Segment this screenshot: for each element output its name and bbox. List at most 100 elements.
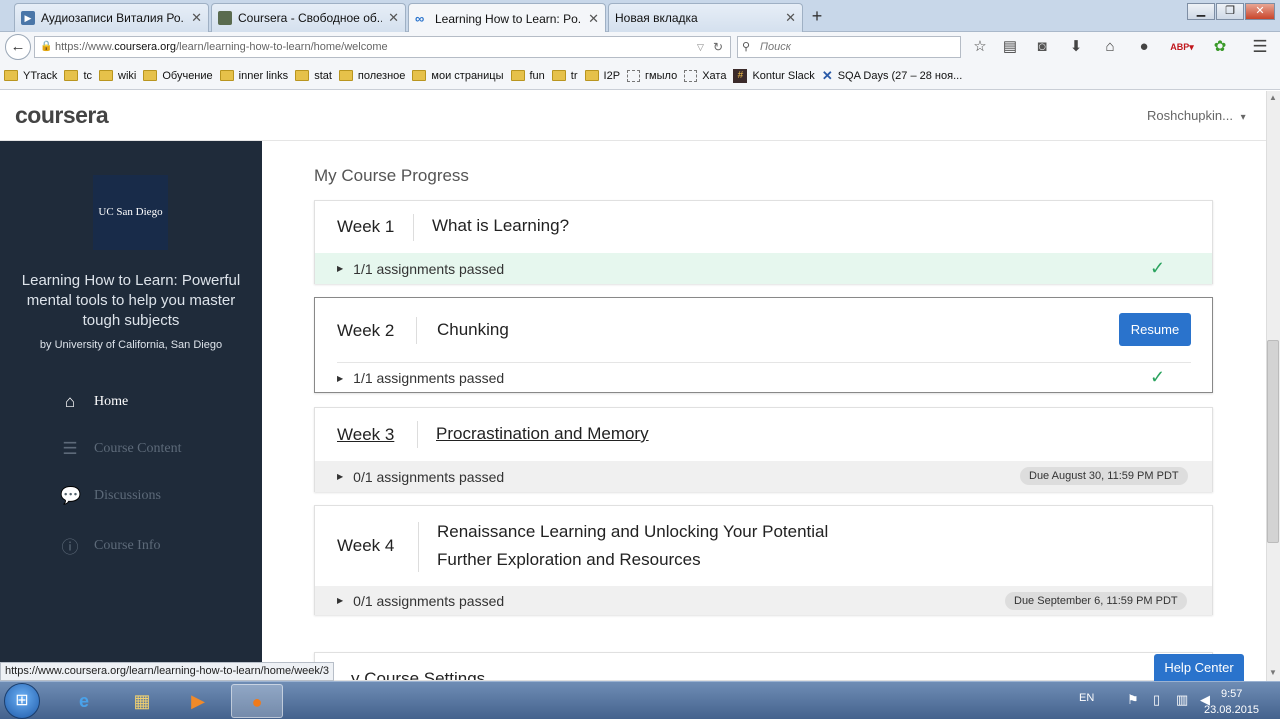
divider bbox=[417, 421, 418, 448]
address-bar[interactable]: 🔒 https://www.coursera.org/learn/learnin… bbox=[34, 36, 731, 58]
adblock-icon[interactable]: ABP▾ bbox=[1168, 37, 1196, 57]
chat-icon: 💬 bbox=[60, 486, 82, 505]
close-icon[interactable]: ✕ bbox=[191, 10, 202, 26]
window-close-button[interactable]: ✕ bbox=[1245, 3, 1275, 20]
scroll-up-icon[interactable]: ▲ bbox=[1267, 93, 1279, 102]
user-menu[interactable]: Roshchupkin... ▾ bbox=[1147, 108, 1246, 123]
tab-vk[interactable]: ▶ Аудиозаписи Виталия Ро... ✕ bbox=[14, 3, 209, 32]
week-title[interactable]: Renaissance Learning and Unlocking Your … bbox=[437, 518, 828, 546]
bookmark-wiki[interactable]: wiki bbox=[99, 70, 136, 82]
bookmark-i2p[interactable]: I2P bbox=[584, 70, 620, 82]
tab-label: Аудиозаписи Виталия Ро... bbox=[41, 11, 186, 25]
tab-learning-how-to-learn[interactable]: ∞ Learning How to Learn: Po... ✕ bbox=[408, 3, 606, 33]
flag-icon[interactable]: ⚑ bbox=[1127, 692, 1139, 708]
bookmark-ytrack[interactable]: YTrack bbox=[4, 70, 57, 82]
search-placeholder: Поиск bbox=[760, 41, 791, 53]
assignments-status: 0/1 assignments passed bbox=[353, 592, 505, 609]
week-label: Week 2 bbox=[337, 321, 395, 340]
bookmark-poleznoe[interactable]: полезное bbox=[338, 70, 405, 82]
chat-addon-icon[interactable]: ● bbox=[1134, 37, 1154, 57]
bookmark-kontur-slack[interactable]: # Kontur Slack bbox=[733, 68, 815, 83]
media-player-icon[interactable]: ▶ bbox=[172, 684, 224, 718]
tab-label: Новая вкладка bbox=[615, 11, 698, 25]
back-button[interactable]: ← bbox=[5, 34, 31, 60]
week-title[interactable]: Further Exploration and Resources bbox=[437, 546, 701, 574]
firefox-icon[interactable]: ● bbox=[231, 684, 283, 718]
assignments-row[interactable]: ▶ 1/1 assignments passed ✓ bbox=[315, 253, 1212, 284]
page-icon bbox=[627, 69, 641, 82]
close-icon[interactable]: ✕ bbox=[785, 10, 796, 26]
week-label[interactable]: Week 3 bbox=[337, 425, 394, 445]
settings-title: y Course Settings bbox=[351, 669, 486, 681]
clock-date[interactable]: 23.08.2015 bbox=[1204, 704, 1259, 716]
bookmark-sqa-days[interactable]: ✕ SQA Days (27 – 28 ноя... bbox=[822, 68, 962, 84]
bookmark-moi-stranicy[interactable]: мои страницы bbox=[412, 69, 504, 82]
sidebar-item-course-info[interactable]: ⓘ Course Info bbox=[60, 533, 161, 558]
divider bbox=[413, 214, 414, 241]
folder-icon bbox=[551, 70, 566, 81]
home-button-icon[interactable]: ⌂ bbox=[1100, 37, 1120, 57]
expand-icon: ▶ bbox=[337, 373, 344, 383]
bookmark-label: мои страницы bbox=[431, 69, 504, 82]
resume-button[interactable]: Resume bbox=[1119, 313, 1191, 346]
tab-coursera[interactable]: Coursera - Свободное об... ✕ bbox=[211, 3, 406, 32]
pocket-icon[interactable]: ◙ bbox=[1032, 37, 1052, 57]
list-icon: ☰ bbox=[62, 439, 78, 458]
lock-icon: 🔒 bbox=[40, 41, 53, 52]
week-label: Week 1 bbox=[337, 217, 395, 236]
course-provider: by University of California, San Diego bbox=[39, 339, 223, 351]
bookmark-stat[interactable]: stat bbox=[295, 70, 332, 82]
bookmark-inner-links[interactable]: inner links bbox=[219, 70, 288, 82]
due-date-badge: Due September 6, 11:59 PM PDT bbox=[1005, 592, 1187, 610]
minimize-button[interactable]: ▁ bbox=[1187, 3, 1215, 20]
start-button[interactable]: ⊞ bbox=[4, 683, 40, 719]
folder-icon bbox=[510, 70, 525, 81]
assignments-row[interactable]: ▶ 0/1 assignments passed Due August 30, … bbox=[315, 461, 1212, 492]
week-title[interactable]: Procrastination and Memory bbox=[436, 420, 649, 448]
bookmark-hata[interactable]: Хата bbox=[684, 69, 726, 82]
search-input[interactable]: ⚲ Поиск bbox=[737, 36, 961, 58]
bookmark-obuchenie[interactable]: Обучение bbox=[143, 70, 213, 82]
week-label: Week 4 bbox=[337, 536, 395, 555]
download-icon[interactable]: ⬇ bbox=[1066, 37, 1086, 57]
reading-list-icon[interactable]: ▤ bbox=[1000, 37, 1020, 57]
bookmark-tr[interactable]: tr bbox=[551, 70, 578, 82]
sqa-icon: ✕ bbox=[821, 67, 833, 83]
star-icon[interactable]: ☆ bbox=[970, 37, 990, 57]
scrollbar-thumb[interactable] bbox=[1267, 340, 1279, 543]
divider bbox=[418, 522, 419, 572]
bookmark-fun[interactable]: fun bbox=[510, 70, 545, 82]
tab-new[interactable]: Новая вкладка ✕ bbox=[608, 3, 803, 32]
week-title[interactable]: What is Learning? bbox=[432, 212, 569, 240]
addon-icon[interactable]: ✿ bbox=[1210, 37, 1230, 57]
reload-icon[interactable]: ↻ bbox=[713, 37, 723, 57]
sidebar-item-label: Home bbox=[94, 394, 129, 409]
assignments-row[interactable]: ▶ 0/1 assignments passed Due September 6… bbox=[315, 586, 1212, 615]
expand-icon: ▶ bbox=[337, 472, 344, 481]
explorer-icon[interactable]: ▦ bbox=[116, 684, 168, 718]
help-center-button[interactable]: Help Center bbox=[1154, 654, 1244, 681]
bookmark-gmylo[interactable]: гмыло bbox=[627, 69, 677, 82]
ie-icon[interactable]: e bbox=[58, 684, 110, 718]
coursera-logo[interactable]: coursera bbox=[15, 102, 109, 129]
sidebar-item-course-content[interactable]: ☰ Course Content bbox=[60, 439, 181, 459]
maximize-button[interactable]: ❐ bbox=[1216, 3, 1244, 20]
assignments-row[interactable]: ▶ 1/1 assignments passed ✓ bbox=[315, 364, 1212, 392]
scroll-down-icon[interactable]: ▼ bbox=[1267, 668, 1279, 677]
site-header bbox=[0, 91, 1266, 141]
dropdown-icon[interactable]: ▽ bbox=[697, 37, 704, 57]
clock-time[interactable]: 9:57 bbox=[1221, 688, 1242, 700]
menu-icon[interactable]: ☰ bbox=[1250, 37, 1270, 57]
bookmark-tc[interactable]: tc bbox=[64, 70, 92, 82]
folder-icon bbox=[295, 70, 310, 81]
new-tab-icon[interactable]: + bbox=[806, 5, 828, 27]
battery-icon[interactable]: ▯ bbox=[1153, 692, 1160, 708]
close-icon[interactable]: ✕ bbox=[588, 11, 599, 27]
sidebar-item-home[interactable]: ⌂ Home bbox=[60, 392, 128, 412]
language-indicator[interactable]: EN bbox=[1079, 692, 1094, 704]
sidebar-item-discussions[interactable]: 💬 Discussions bbox=[60, 486, 161, 506]
page-icon bbox=[684, 69, 698, 82]
week-title[interactable]: Chunking bbox=[437, 316, 509, 344]
network-icon[interactable]: ▥ bbox=[1176, 692, 1188, 708]
close-icon[interactable]: ✕ bbox=[388, 10, 399, 26]
